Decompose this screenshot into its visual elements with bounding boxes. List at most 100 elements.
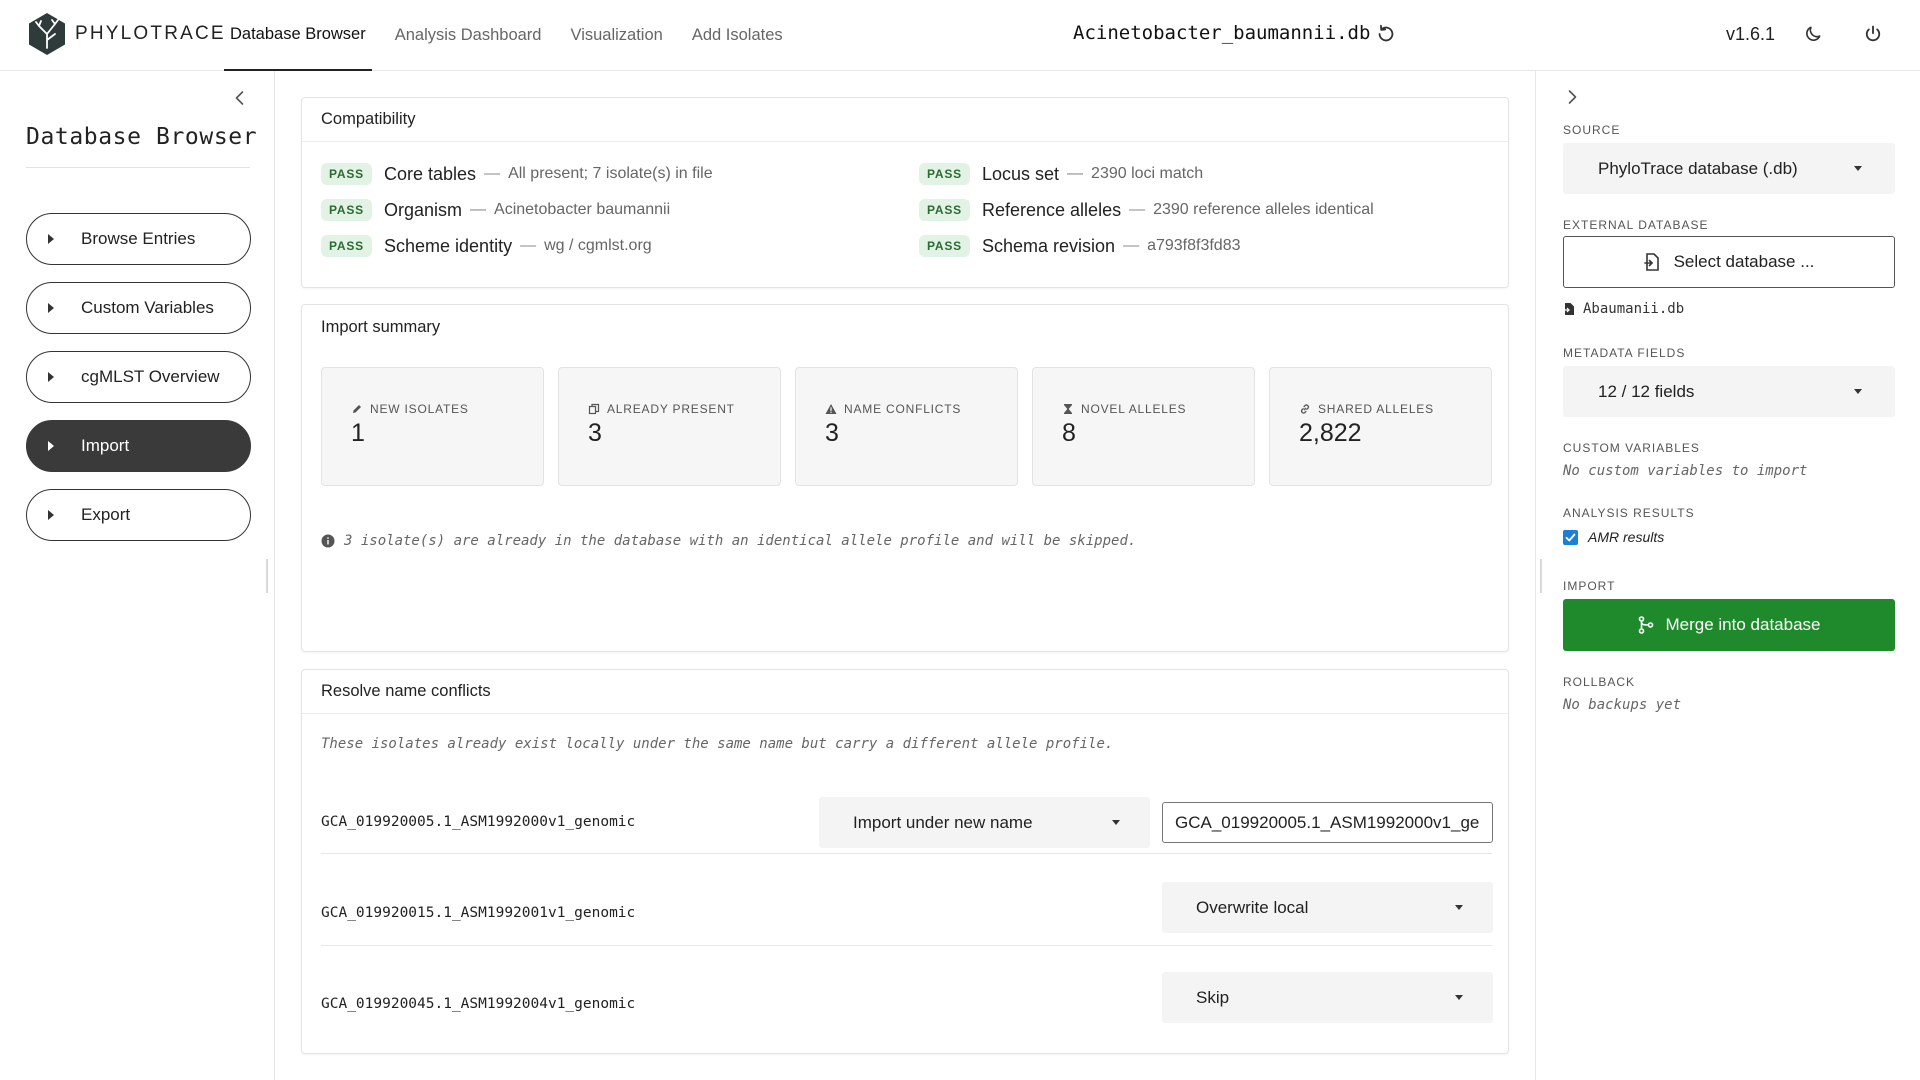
metadata-fields-select[interactable]: 12 / 12 fields xyxy=(1563,366,1895,417)
rollback-label: ROLLBACK xyxy=(1563,675,1636,689)
select-value: PhyloTrace database (.db) xyxy=(1598,158,1798,178)
name-conflicts-card: Resolve name conflicts These isolates al… xyxy=(301,669,1509,1054)
tab-visualization[interactable]: Visualization xyxy=(564,0,668,71)
sidebar-item-export[interactable]: Export xyxy=(26,489,251,541)
caret-right-icon xyxy=(48,372,54,382)
check-detail: wg / cgmlst.org xyxy=(544,237,652,254)
info-icon xyxy=(321,534,335,548)
warning-icon xyxy=(825,404,837,414)
dark-mode-moon-icon[interactable] xyxy=(1803,24,1823,44)
select-value: 12 / 12 fields xyxy=(1598,381,1695,401)
caret-right-icon xyxy=(48,441,54,451)
check-locus-set: PASS Locus set — 2390 loci match xyxy=(919,162,1203,186)
conflict-action-select[interactable]: Import under new name xyxy=(819,797,1150,848)
check-name: Organism xyxy=(384,199,463,220)
custom-variables-value: No custom variables to import xyxy=(1563,463,1808,479)
check-separator: — xyxy=(1067,165,1084,182)
select-database-button[interactable]: Select database ... xyxy=(1563,236,1895,288)
brand[interactable]: PHYLOTRACE xyxy=(27,12,226,56)
sidebar-item-label: cgMLST Overview xyxy=(81,367,220,386)
check-separator: — xyxy=(484,165,501,182)
collapse-sidebar-chevron-left-icon[interactable] xyxy=(231,89,249,107)
sidebar-item-label: Import xyxy=(81,436,130,455)
stat-label: ALREADY PRESENT xyxy=(607,402,735,416)
tab-analysis-dashboard[interactable]: Analysis Dashboard xyxy=(389,0,548,71)
selected-file: Abaumanii.db xyxy=(1563,301,1684,317)
status-badge: PASS xyxy=(919,163,970,185)
left-sidebar: Database Browser Browse Entries Custom V… xyxy=(0,71,275,1080)
amr-results-checkbox[interactable]: AMR results xyxy=(1563,529,1664,545)
check-name: Core tables xyxy=(384,163,477,184)
stat-label-row: SHARED ALLELES xyxy=(1299,402,1491,416)
hourglass-icon xyxy=(1064,404,1072,414)
summary-stats: NEW ISOLATES 1 ALREADY PRESENT 3 NAME CO… xyxy=(321,367,1492,486)
file-import-icon xyxy=(1643,253,1659,271)
stat-value: 3 xyxy=(825,419,839,447)
select-value: Overwrite local xyxy=(1196,897,1309,917)
sidebar-item-custom-variables[interactable]: Custom Variables xyxy=(26,282,251,334)
conflict-action-select[interactable]: Skip xyxy=(1162,972,1493,1023)
caret-right-icon xyxy=(48,510,54,520)
sidebar-resize-handle[interactable] xyxy=(266,559,268,593)
check-name: Scheme identity xyxy=(384,235,513,256)
git-merge-icon xyxy=(1638,616,1653,634)
stat-value: 2,822 xyxy=(1299,419,1362,447)
dropdown-arrow-icon xyxy=(1455,995,1463,1000)
check-name: Locus set xyxy=(982,163,1060,184)
collapse-panel-chevron-right-icon[interactable] xyxy=(1563,88,1581,106)
check-separator: — xyxy=(520,237,537,254)
check-core-tables: PASS Core tables — All present; 7 isolat… xyxy=(321,162,713,186)
dropdown-arrow-icon xyxy=(1455,905,1463,910)
source-select[interactable]: PhyloTrace database (.db) xyxy=(1563,143,1895,194)
checkbox-checked-icon[interactable] xyxy=(1563,529,1578,545)
version-label: v1.6.1 xyxy=(1726,24,1776,44)
name-conflicts-title: Resolve name conflicts xyxy=(302,670,1508,714)
stat-already-present: ALREADY PRESENT 3 xyxy=(558,367,781,486)
compatibility-title: Compatibility xyxy=(302,98,1508,142)
right-panel-resize-handle[interactable] xyxy=(1540,559,1542,593)
custom-variables-label: CUSTOM VARIABLES xyxy=(1563,441,1700,455)
stat-label: SHARED ALLELES xyxy=(1318,402,1434,416)
phylotrace-logo-icon xyxy=(29,13,65,55)
conflict-isolate-name: GCA_019920045.1_ASM1992004v1_genomic xyxy=(321,996,636,1012)
status-badge: PASS xyxy=(321,163,372,185)
check-scheme-identity: PASS Scheme identity — wg / cgmlst.org xyxy=(321,234,652,258)
check-name: Reference alleles xyxy=(982,199,1122,220)
stat-label: NEW ISOLATES xyxy=(370,402,469,416)
compatibility-checks: PASS Core tables — All present; 7 isolat… xyxy=(302,142,1508,282)
import-summary-card: Import summary NEW ISOLATES 1 ALREADY PR… xyxy=(301,304,1509,652)
sidebar-item-browse-entries[interactable]: Browse Entries xyxy=(26,213,251,265)
right-import-panel: SOURCE PhyloTrace database (.db) EXTERNA… xyxy=(1535,71,1920,1080)
database-name: Acinetobacter_baumannii.db xyxy=(1073,22,1371,44)
merge-into-database-button[interactable]: Merge into database xyxy=(1563,599,1895,651)
stat-new-isolates: NEW ISOLATES 1 xyxy=(321,367,544,486)
brand-name: PHYLOTRACE xyxy=(75,23,226,44)
check-separator: — xyxy=(470,201,487,218)
check-detail: 2390 reference alleles identical xyxy=(1153,201,1374,218)
amr-results-label: AMR results xyxy=(1588,529,1665,545)
stat-label-row: NAME CONFLICTS xyxy=(825,402,1017,416)
sidebar-item-label: Custom Variables xyxy=(81,298,214,317)
power-icon[interactable] xyxy=(1863,24,1883,44)
check-separator: — xyxy=(1123,237,1140,254)
stat-shared-alleles: SHARED ALLELES 2,822 xyxy=(1269,367,1492,486)
status-badge: PASS xyxy=(919,235,970,257)
refresh-icon[interactable] xyxy=(1375,23,1397,45)
conflict-action-select[interactable]: Overwrite local xyxy=(1162,882,1493,933)
tab-database-browser[interactable]: Database Browser xyxy=(224,0,372,71)
sidebar-item-cgmlst-overview[interactable]: cgMLST Overview xyxy=(26,351,251,403)
new-name-input[interactable] xyxy=(1162,802,1493,843)
dropdown-arrow-icon xyxy=(1112,820,1120,825)
caret-right-icon xyxy=(48,303,54,313)
sidebar-item-label: Export xyxy=(81,505,131,524)
conflict-isolate-name: GCA_019920015.1_ASM1992001v1_genomic xyxy=(321,905,636,921)
conflict-isolate-name: GCA_019920005.1_ASM1992000v1_genomic xyxy=(321,814,636,830)
check-detail: All present; 7 isolate(s) in file xyxy=(508,165,713,182)
rollback-value: No backups yet xyxy=(1563,697,1682,713)
stat-name-conflicts: NAME CONFLICTS 3 xyxy=(795,367,1018,486)
sidebar-item-import[interactable]: Import xyxy=(26,420,251,472)
check-schema-revision: PASS Schema revision — a793f8f3fd83 xyxy=(919,234,1240,258)
compatibility-card: Compatibility PASS Core tables — All pre… xyxy=(301,97,1509,288)
import-label: IMPORT xyxy=(1563,579,1616,593)
tab-add-isolates[interactable]: Add Isolates xyxy=(686,0,789,71)
